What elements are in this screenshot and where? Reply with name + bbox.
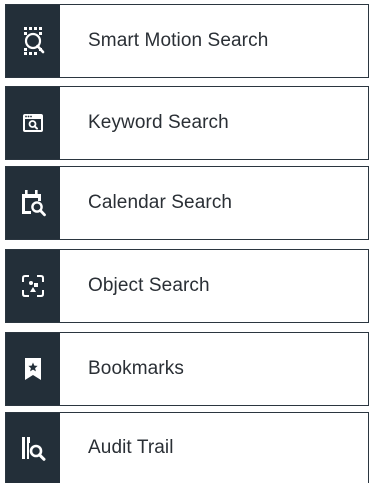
calendar-search-icon bbox=[22, 190, 46, 217]
menu-item-label: Object Search bbox=[88, 275, 210, 296]
menu-item-bookmarks[interactable]: Bookmarks bbox=[5, 332, 369, 406]
menu-item-label: Audit Trail bbox=[88, 437, 174, 458]
icon-cell bbox=[6, 413, 60, 483]
menu-item-label: Smart Motion Search bbox=[88, 30, 269, 51]
menu-item-object-search[interactable]: Object Search bbox=[5, 249, 369, 323]
icon-cell bbox=[6, 250, 60, 322]
object-search-icon bbox=[22, 275, 44, 297]
bookmark-icon bbox=[25, 358, 41, 380]
icon-cell bbox=[6, 333, 60, 405]
menu-item-audit-trail[interactable]: Audit Trail bbox=[5, 412, 369, 483]
keyword-search-icon bbox=[23, 114, 43, 132]
icon-cell bbox=[6, 5, 60, 77]
icon-cell bbox=[6, 167, 60, 239]
menu-item-keyword-search[interactable]: Keyword Search bbox=[5, 86, 369, 160]
icon-cell bbox=[6, 87, 60, 159]
menu-item-smart-motion-search[interactable]: Smart Motion Search bbox=[5, 4, 369, 78]
menu-item-label: Keyword Search bbox=[88, 112, 229, 133]
search-menu: Smart Motion Search Keyword Search Calen… bbox=[0, 0, 379, 483]
audit-trail-icon bbox=[22, 437, 46, 461]
menu-item-label: Calendar Search bbox=[88, 192, 233, 213]
menu-item-label: Bookmarks bbox=[88, 358, 184, 379]
menu-item-calendar-search[interactable]: Calendar Search bbox=[5, 166, 369, 240]
smart-motion-icon bbox=[24, 27, 45, 55]
